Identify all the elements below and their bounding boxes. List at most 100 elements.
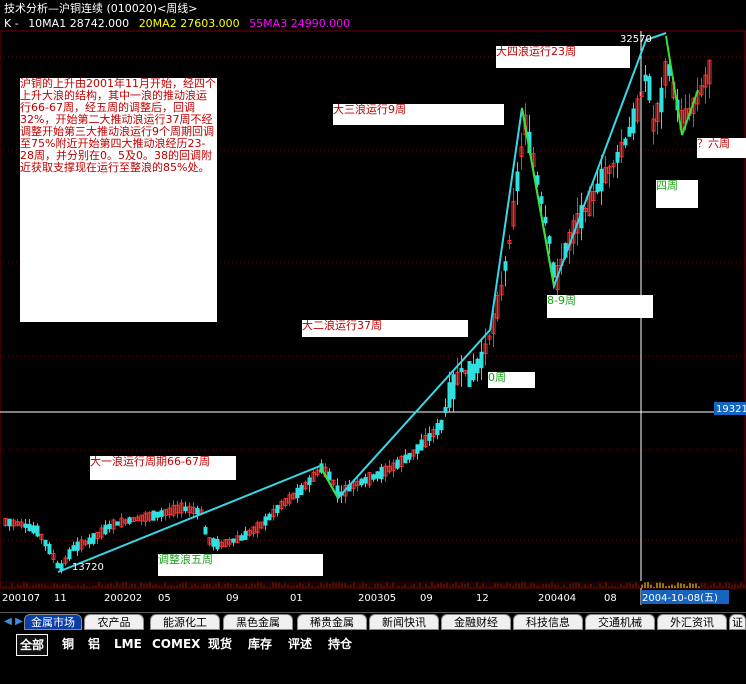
candle-body <box>295 487 300 499</box>
candle <box>303 480 308 491</box>
candle <box>103 520 108 536</box>
candle-body <box>47 543 52 555</box>
candle <box>127 516 132 525</box>
candle-body <box>159 510 164 517</box>
x-tick-label: 09 <box>420 593 433 604</box>
candle-body <box>239 535 244 541</box>
ma1-label: 10MA1 28742.000 <box>28 17 130 30</box>
candle <box>371 473 376 482</box>
candle-body <box>647 76 652 101</box>
candle <box>295 484 300 503</box>
candle <box>619 129 624 163</box>
candle-body <box>539 196 544 204</box>
candle <box>627 116 632 137</box>
candle <box>511 188 516 230</box>
tab-news-flash[interactable]: 新闻快讯 <box>369 614 439 630</box>
candle <box>191 502 196 518</box>
candle <box>403 449 408 464</box>
filter-commentary[interactable]: 评述 <box>288 634 312 654</box>
candle <box>159 507 164 522</box>
candle <box>123 518 128 526</box>
tab-tech-info[interactable]: 科技信息 <box>513 614 583 630</box>
tab-transport[interactable]: 交通机械 <box>585 614 655 630</box>
candle-body <box>435 423 440 435</box>
filter-lme[interactable]: LME <box>114 634 142 654</box>
candle <box>55 560 60 569</box>
x-tick-label: 200404 <box>538 593 576 604</box>
candle <box>359 478 364 488</box>
candle <box>171 500 176 518</box>
candle-body <box>659 87 664 113</box>
wave4-note: 大四浪运行23周 <box>496 46 630 68</box>
candle-body <box>215 538 220 550</box>
candle-body <box>643 74 648 82</box>
candle-body <box>299 484 304 496</box>
candle <box>407 452 412 463</box>
tab-ferrous-metals[interactable]: 黑色金属 <box>223 614 293 630</box>
candle-body <box>43 539 48 547</box>
filter-spot[interactable]: 现货 <box>208 634 232 654</box>
candle-body <box>327 471 332 481</box>
filter-aluminum[interactable]: 铝 <box>88 634 100 654</box>
candle <box>227 537 232 548</box>
candle <box>99 524 104 540</box>
candle <box>607 164 612 188</box>
tab-agri-products[interactable]: 农产品 <box>84 614 144 630</box>
candle-body <box>503 261 508 271</box>
candle-body <box>127 517 132 524</box>
correction-wave-3 <box>521 107 555 287</box>
tab-more[interactable]: 证 <box>729 614 746 630</box>
candle-body <box>23 523 28 528</box>
candle-body <box>547 236 552 244</box>
candle <box>187 502 192 517</box>
candle <box>399 454 404 473</box>
candle <box>379 463 384 483</box>
candle <box>155 511 160 521</box>
tab-energy-chemical[interactable]: 能源化工 <box>150 614 220 630</box>
tab-precious-metals[interactable]: 稀贵金属 <box>297 614 367 630</box>
ma3-label: 55MA3 24990.000 <box>249 17 351 30</box>
candle <box>699 77 704 98</box>
candle <box>659 77 664 129</box>
filter-inventory[interactable]: 库存 <box>248 634 272 654</box>
tab-metal-market[interactable]: 金属市场 <box>24 614 82 630</box>
filter-all[interactable]: 全部 <box>16 634 49 656</box>
candle <box>291 492 296 500</box>
filter-comex[interactable]: COMEX <box>152 634 200 654</box>
candle-body <box>211 538 216 547</box>
wave3-note: 大三浪运行9周 <box>333 104 504 125</box>
candle <box>411 449 416 461</box>
candle-body <box>599 168 604 192</box>
candle-body <box>459 367 464 373</box>
candle-body <box>403 454 408 464</box>
candle-body <box>275 504 280 514</box>
candle <box>623 136 628 148</box>
candle <box>283 497 288 508</box>
candle <box>243 526 248 540</box>
candle <box>47 541 52 555</box>
tab-forex-info[interactable]: 外汇资讯 <box>657 614 727 630</box>
candle <box>391 459 396 478</box>
filter-copper[interactable]: 铜 <box>62 634 74 654</box>
candle-body <box>363 477 368 484</box>
candle <box>259 521 264 530</box>
x-tick-label: 09 <box>226 593 239 604</box>
candle <box>111 518 116 534</box>
candle-body <box>615 151 620 163</box>
candle-body <box>595 183 600 193</box>
candle-body <box>407 452 412 460</box>
candle-body <box>475 358 480 374</box>
candle-body <box>107 523 112 530</box>
tab-finance[interactable]: 金融财经 <box>441 614 511 630</box>
candle-body <box>67 549 72 560</box>
candle <box>7 518 12 531</box>
candle-body <box>151 510 156 521</box>
candle <box>475 357 480 382</box>
candle <box>19 518 24 529</box>
candle <box>471 353 476 382</box>
candle <box>703 66 708 104</box>
candle <box>603 155 608 185</box>
candle-body <box>471 363 476 381</box>
candle <box>135 514 140 522</box>
filter-positions[interactable]: 持仓 <box>328 634 352 654</box>
